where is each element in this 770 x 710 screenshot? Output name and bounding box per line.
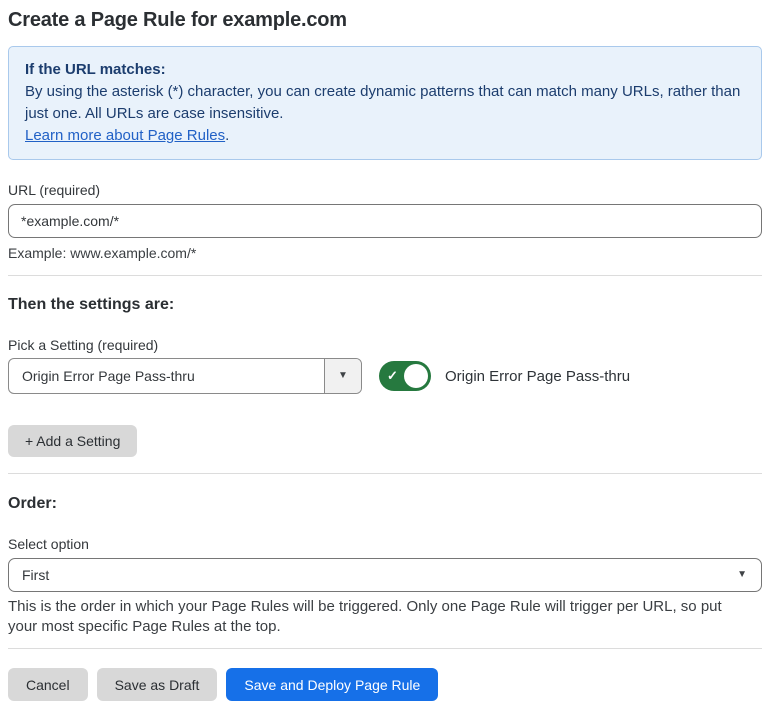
save-deploy-button[interactable]: Save and Deploy Page Rule bbox=[226, 668, 439, 701]
order-section-heading: Order: bbox=[8, 495, 57, 512]
url-input[interactable] bbox=[8, 204, 762, 238]
check-icon: ✓ bbox=[387, 368, 398, 383]
chevron-down-icon: ▼ bbox=[737, 569, 747, 580]
create-page-rule-form: Create a Page Rule for example.com If th… bbox=[0, 0, 770, 710]
page-title: Create a Page Rule for example.com bbox=[8, 9, 347, 31]
info-box-heading: If the URL matches: bbox=[25, 61, 166, 78]
info-box-link-row: Learn more about Page Rules. bbox=[25, 125, 745, 147]
order-select[interactable]: First ▼ bbox=[8, 558, 762, 592]
footer-actions: Cancel Save as Draft Save and Deploy Pag… bbox=[8, 668, 762, 701]
divider bbox=[8, 275, 762, 276]
settings-section-heading: Then the settings are: bbox=[8, 296, 175, 313]
setting-row: Origin Error Page Pass-thru ▼ ✓ Origin E… bbox=[8, 358, 762, 394]
order-select-label: Select option bbox=[8, 536, 89, 552]
link-suffix: . bbox=[225, 127, 230, 144]
setting-dropdown-value: Origin Error Page Pass-thru bbox=[22, 368, 195, 384]
url-match-info-box: If the URL matches: By using the asteris… bbox=[8, 46, 762, 160]
url-example-hint: Example: www.example.com/* bbox=[8, 245, 197, 261]
order-select-value: First bbox=[22, 567, 50, 583]
save-draft-button[interactable]: Save as Draft bbox=[96, 668, 218, 701]
setting-dropdown-arrow-button[interactable]: ▼ bbox=[324, 359, 361, 393]
toggle-knob bbox=[404, 364, 428, 388]
divider bbox=[8, 648, 762, 649]
setting-dropdown[interactable]: Origin Error Page Pass-thru ▼ bbox=[8, 358, 362, 394]
divider bbox=[8, 473, 762, 474]
url-field-label: URL (required) bbox=[8, 182, 101, 198]
order-help-text: This is the order in which your Page Rul… bbox=[8, 598, 722, 635]
cancel-button[interactable]: Cancel bbox=[8, 668, 88, 701]
setting-toggle[interactable]: ✓ bbox=[379, 361, 431, 391]
info-box-body: By using the asterisk (*) character, you… bbox=[25, 83, 741, 122]
add-setting-button[interactable]: + Add a Setting bbox=[8, 425, 138, 457]
pick-setting-label: Pick a Setting (required) bbox=[8, 337, 159, 353]
chevron-down-icon: ▼ bbox=[338, 370, 348, 381]
learn-more-link[interactable]: Learn more about Page Rules bbox=[25, 127, 225, 144]
setting-toggle-label: Origin Error Page Pass-thru bbox=[445, 367, 631, 385]
